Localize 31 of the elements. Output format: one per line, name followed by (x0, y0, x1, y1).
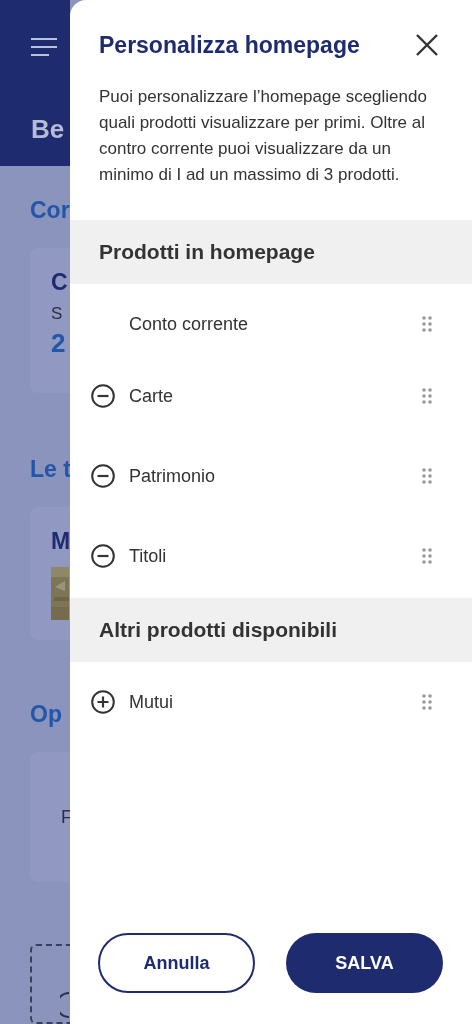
section-title: Altri prodotti disponibili (99, 618, 337, 642)
remove-icon[interactable] (91, 544, 115, 568)
product-label: Conto corrente (129, 313, 250, 335)
add-icon[interactable] (91, 690, 115, 714)
panel-title: Personalizza homepage (99, 31, 360, 59)
section-title: Op (30, 700, 63, 728)
drag-handle-icon[interactable] (422, 388, 432, 404)
product-card[interactable]: M (30, 507, 70, 640)
drag-handle-icon[interactable] (422, 694, 432, 710)
save-button[interactable]: SALVA (286, 933, 443, 993)
product-label: Mutui (129, 691, 174, 713)
product-label: Patrimonio (129, 465, 217, 487)
description-text: Puoi personalizzare l’homepage scegliendo quali prodotti visualizzare per primi. Oltre al contro corrente puoi visualizzare da un minimo di I ad un massimo di 3 prodotti. (99, 86, 428, 186)
menu-icon[interactable] (31, 38, 57, 56)
remove-icon[interactable] (91, 464, 115, 488)
card-title: C (51, 268, 69, 296)
section-title: Cor (30, 196, 70, 224)
product-label: Titoli (129, 545, 168, 567)
cancel-button[interactable]: Annulla (98, 933, 255, 993)
card-title: M (51, 527, 70, 555)
drag-handle-icon[interactable] (422, 316, 432, 332)
section-title: Prodotti in homepage (99, 240, 315, 264)
account-card[interactable]: C S 2 (30, 248, 70, 393)
remove-icon[interactable] (91, 384, 115, 408)
page-title: Be (31, 114, 66, 144)
product-label: Carte (129, 385, 174, 407)
card-label: S (51, 304, 64, 324)
drag-handle-icon[interactable] (422, 468, 432, 484)
balance-value: 2 (51, 328, 67, 359)
drag-handle-icon[interactable] (422, 548, 432, 564)
section-title: Le t (30, 455, 70, 483)
